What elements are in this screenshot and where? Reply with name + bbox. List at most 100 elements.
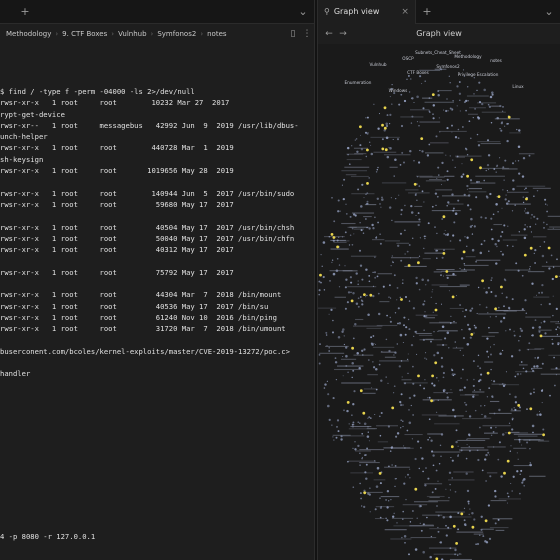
graph-node[interactable] — [510, 355, 514, 358]
editor-pane[interactable]: $ find / -type f -perm -04000 -ls 2>/dev… — [0, 44, 314, 560]
graph-node[interactable] — [453, 415, 457, 418]
graph-node[interactable] — [529, 448, 531, 450]
graph-node[interactable] — [400, 93, 403, 96]
graph-node[interactable] — [532, 431, 534, 434]
graph-node[interactable] — [479, 251, 483, 255]
graph-node[interactable] — [443, 232, 446, 235]
graph-node[interactable] — [472, 384, 475, 387]
graph-node[interactable] — [359, 492, 362, 495]
graph-node[interactable] — [449, 321, 452, 324]
graph-node[interactable] — [411, 510, 414, 512]
graph-node[interactable] — [318, 354, 321, 356]
graph-node[interactable] — [515, 262, 518, 265]
graph-node[interactable] — [370, 336, 373, 339]
graph-node[interactable] — [402, 404, 404, 406]
graph-node[interactable] — [363, 505, 366, 509]
graph-node-tag[interactable] — [434, 361, 438, 365]
graph-node[interactable] — [385, 376, 387, 378]
graph-node-tag[interactable] — [400, 298, 403, 301]
graph-node-tag[interactable] — [450, 445, 454, 449]
graph-node[interactable] — [385, 517, 387, 519]
graph-node[interactable] — [473, 93, 475, 95]
graph-node[interactable] — [388, 500, 390, 502]
graph-node[interactable] — [421, 150, 424, 153]
graph-node[interactable] — [404, 476, 406, 478]
graph-node[interactable] — [359, 482, 361, 485]
graph-node[interactable] — [501, 433, 505, 436]
graph-node[interactable] — [475, 543, 477, 545]
graph-node[interactable] — [517, 269, 520, 272]
graph-node[interactable] — [347, 371, 349, 374]
graph-node[interactable] — [479, 534, 481, 536]
graph-node[interactable] — [386, 519, 389, 522]
graph-node[interactable] — [493, 446, 495, 448]
graph-node[interactable] — [556, 258, 558, 261]
graph-node[interactable] — [352, 369, 355, 372]
graph-node[interactable] — [496, 245, 498, 248]
graph-node[interactable] — [416, 175, 419, 178]
graph-node[interactable] — [342, 355, 344, 358]
graph-node[interactable] — [372, 285, 375, 288]
graph-node[interactable] — [505, 330, 507, 332]
graph-node[interactable] — [552, 266, 555, 268]
graph-node[interactable] — [494, 522, 497, 525]
graph-node[interactable] — [463, 193, 466, 196]
graph-node[interactable] — [533, 252, 535, 255]
graph-node[interactable] — [551, 277, 554, 281]
graph-node[interactable] — [381, 196, 383, 199]
graph-node[interactable] — [447, 201, 450, 204]
graph-node[interactable] — [428, 418, 431, 421]
graph-node[interactable] — [404, 204, 406, 207]
graph-node[interactable] — [466, 438, 468, 440]
graph-node[interactable] — [435, 302, 437, 305]
graph-node[interactable] — [365, 218, 367, 220]
graph-node[interactable] — [434, 192, 438, 195]
graph-node[interactable] — [375, 171, 378, 173]
graph-node[interactable] — [388, 296, 390, 298]
graph-node[interactable] — [386, 155, 390, 159]
graph-node[interactable] — [429, 555, 432, 559]
graph-node[interactable] — [385, 122, 388, 126]
graph-node[interactable] — [441, 218, 444, 220]
graph-node[interactable] — [365, 268, 368, 271]
graph-node[interactable] — [480, 373, 483, 376]
graph-node[interactable] — [465, 457, 468, 460]
graph-node[interactable] — [404, 333, 407, 336]
graph-node[interactable] — [502, 384, 506, 388]
graph-node[interactable] — [488, 537, 492, 541]
graph-node[interactable] — [448, 471, 452, 475]
graph-node[interactable] — [487, 504, 491, 507]
graph-node[interactable] — [494, 489, 497, 493]
graph-node-tag[interactable] — [507, 115, 511, 119]
graph-node[interactable] — [437, 90, 440, 92]
graph-node[interactable] — [470, 217, 473, 221]
graph-node[interactable] — [463, 268, 466, 270]
graph-node[interactable] — [472, 117, 474, 119]
graph-node[interactable] — [463, 386, 466, 389]
graph-node[interactable] — [519, 492, 521, 495]
graph-node[interactable] — [479, 388, 482, 391]
graph-node[interactable] — [485, 195, 488, 198]
graph-node[interactable] — [531, 424, 535, 428]
graph-node[interactable] — [530, 231, 532, 233]
graph-node[interactable] — [485, 306, 488, 309]
graph-node[interactable] — [451, 459, 454, 462]
graph-node[interactable] — [436, 249, 439, 252]
graph-node[interactable] — [553, 356, 555, 359]
graph-node[interactable] — [336, 239, 339, 242]
graph-node[interactable] — [448, 75, 450, 77]
graph-node[interactable] — [486, 350, 489, 353]
graph-node[interactable] — [397, 322, 399, 325]
graph-node[interactable] — [389, 450, 392, 452]
graph-node[interactable] — [479, 426, 481, 429]
graph-node[interactable] — [392, 138, 394, 141]
graph-node[interactable] — [539, 413, 542, 416]
graph-node[interactable] — [318, 289, 321, 292]
graph-node[interactable] — [533, 388, 535, 390]
graph-node[interactable] — [423, 315, 426, 318]
graph-node-tag[interactable] — [366, 182, 369, 185]
graph-node[interactable] — [348, 244, 351, 246]
graph-node[interactable] — [522, 201, 525, 204]
graph-node[interactable] — [534, 262, 537, 264]
graph-node[interactable] — [436, 505, 438, 507]
